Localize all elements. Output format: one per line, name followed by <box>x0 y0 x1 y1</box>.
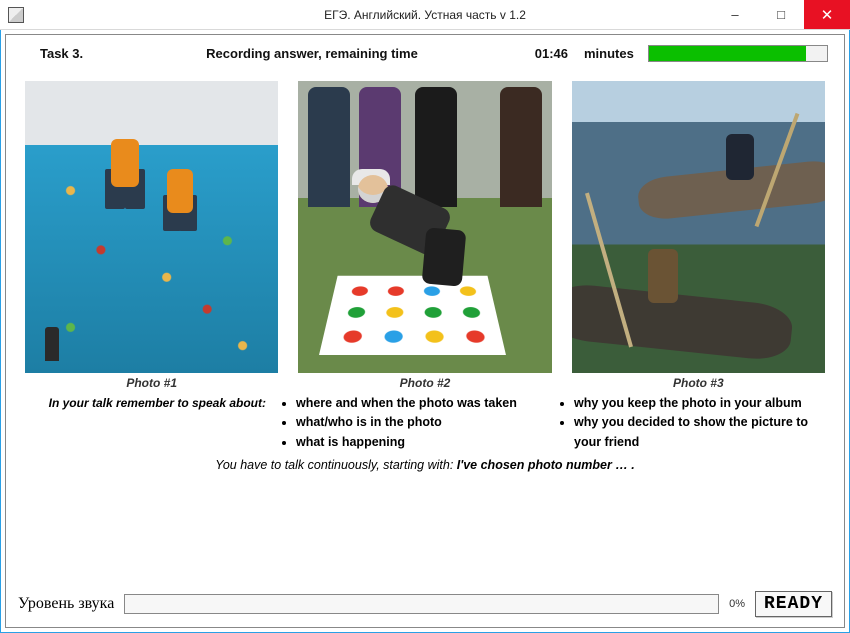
bullet-what-who: what/who is in the photo <box>296 413 544 432</box>
starter-phrase: I've chosen photo number … . <box>457 458 635 472</box>
starter-line: You have to talk continuously, starting … <box>14 454 836 482</box>
bullet-where-when: where and when the photo was taken <box>296 394 544 413</box>
photo-3 <box>571 80 826 374</box>
instructions-lead: In your talk remember to speak about: <box>28 394 266 452</box>
sound-level-percent: 0% <box>729 598 745 610</box>
minimize-button[interactable]: – <box>712 0 758 29</box>
bullet-why-show: why you decided to show the picture to y… <box>574 413 822 452</box>
maximize-button[interactable]: □ <box>758 0 804 29</box>
app-icon <box>8 7 24 23</box>
photo-2-caption: Photo #2 <box>297 376 552 390</box>
bullet-why-keep: why you keep the photo in your album <box>574 394 822 413</box>
instructions-col1: where and when the photo was taken what/… <box>280 394 544 452</box>
window-body: Task 3. Recording answer, remaining time… <box>0 30 850 633</box>
instructions-col2: why you keep the photo in your album why… <box>558 394 822 452</box>
task-label: Task 3. <box>22 46 112 61</box>
sound-level-meter <box>124 594 719 614</box>
content-frame: Task 3. Recording answer, remaining time… <box>5 34 845 628</box>
title-bar: ЕГЭ. Английский. Устная часть v 1.2 – □ … <box>0 0 850 30</box>
photo-3-caption: Photo #3 <box>571 376 826 390</box>
photo-1-caption: Photo #1 <box>24 376 279 390</box>
task-content: Photo #1 Photo #2 Photo #3 In your talk … <box>14 74 836 589</box>
photo-2 <box>297 80 552 374</box>
status-row: Task 3. Recording answer, remaining time… <box>14 41 836 74</box>
time-unit: minutes <box>576 46 640 61</box>
time-remaining: 01:46 <box>512 46 568 61</box>
time-progress-bar <box>648 45 828 62</box>
sound-level-label: Уровень звука <box>18 595 114 613</box>
close-button[interactable]: ✕ <box>804 0 850 29</box>
bullet-happening: what is happening <box>296 433 544 452</box>
starter-prefix: You have to talk continuously, starting … <box>215 458 457 472</box>
ready-button[interactable]: READY <box>755 591 832 617</box>
status-text: Recording answer, remaining time <box>120 46 504 61</box>
time-progress-fill <box>649 46 806 61</box>
instructions-block: In your talk remember to speak about: wh… <box>14 390 836 454</box>
photo-1 <box>24 80 279 374</box>
photo-captions: Photo #1 Photo #2 Photo #3 <box>14 374 836 390</box>
window-controls: – □ ✕ <box>712 0 850 29</box>
photos-row <box>14 74 836 374</box>
footer-row: Уровень звука 0% READY <box>14 589 836 619</box>
